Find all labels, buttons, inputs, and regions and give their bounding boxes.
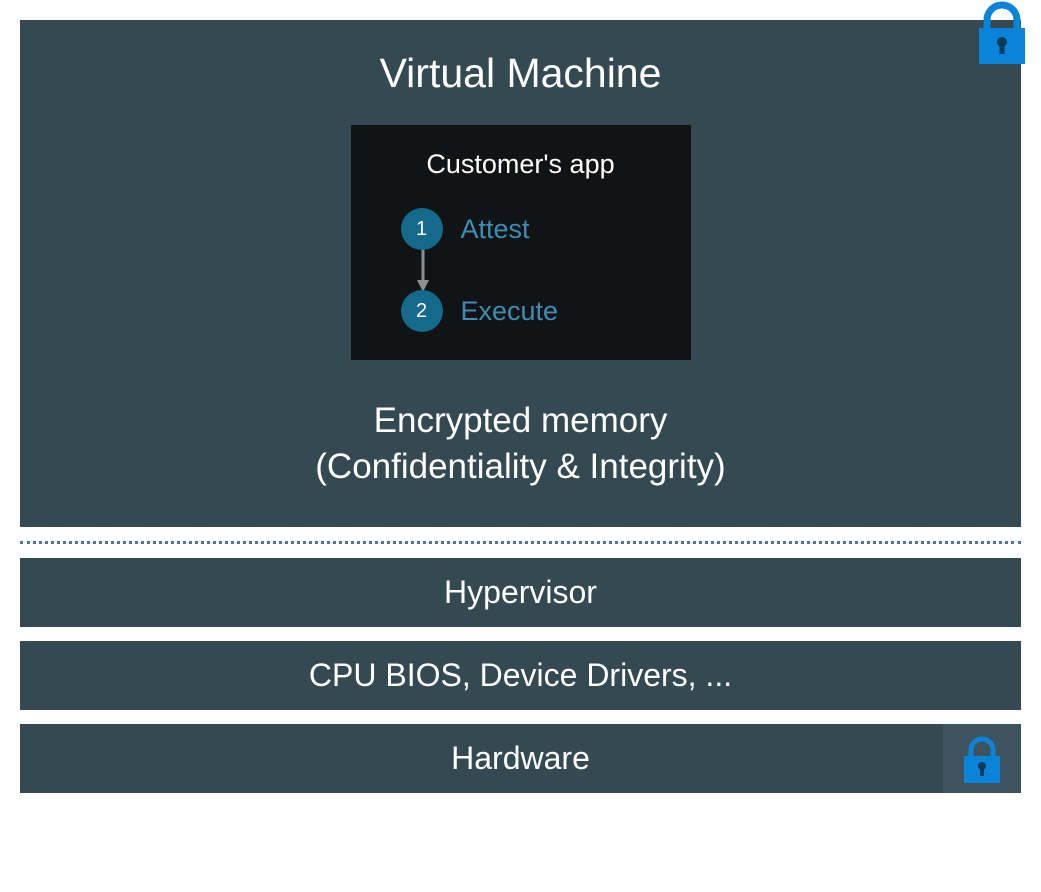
vm-title: Virtual Machine <box>20 50 1021 97</box>
hardware-layer: Hardware <box>20 724 1021 793</box>
virtual-machine-box: Virtual Machine Customer's app 1 Attest … <box>20 20 1021 527</box>
step-label: Attest <box>461 214 530 245</box>
app-title: Customer's app <box>379 149 663 180</box>
divider-dotted <box>20 541 1021 544</box>
arrow-down-icon <box>422 250 424 290</box>
step-number-badge: 2 <box>401 290 443 332</box>
step-execute: 2 Execute <box>401 290 663 332</box>
customer-app-box: Customer's app 1 Attest 2 Execute <box>351 125 691 360</box>
step-number-badge: 1 <box>401 208 443 250</box>
step-attest: 1 Attest <box>401 208 663 250</box>
cpu-bios-layer: CPU BIOS, Device Drivers, ... <box>20 641 1021 710</box>
step-label: Execute <box>461 296 559 327</box>
lock-icon <box>943 724 1021 793</box>
lock-icon <box>973 0 1031 71</box>
encrypted-memory-label: Encrypted memory (Confidentiality & Inte… <box>20 398 1021 489</box>
hypervisor-layer: Hypervisor <box>20 558 1021 627</box>
